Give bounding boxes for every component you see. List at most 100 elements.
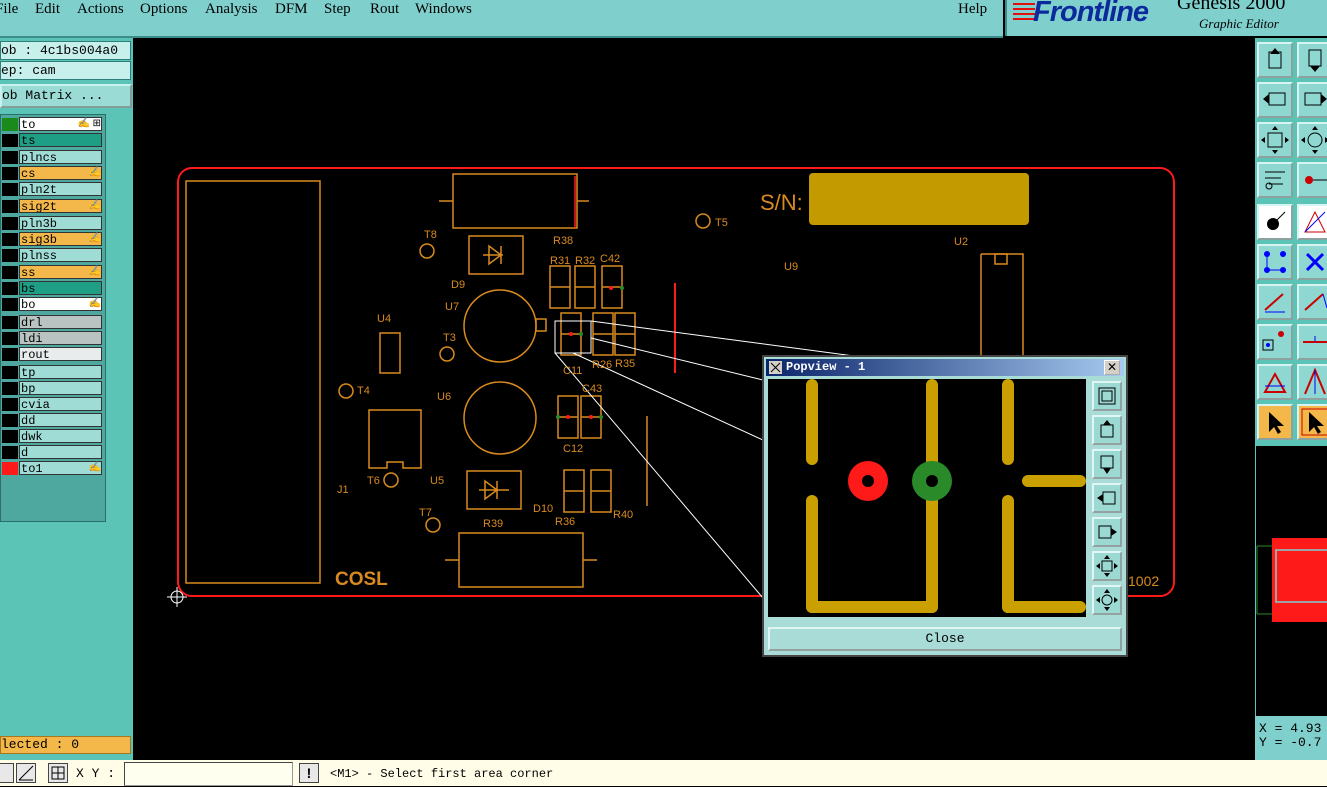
layer-name[interactable]: rout: [19, 347, 102, 361]
layer-swatch[interactable]: [2, 298, 18, 311]
snap-angle-icon[interactable]: [16, 763, 36, 783]
layer-row-plnss[interactable]: plnss: [1, 248, 105, 263]
layer-swatch[interactable]: [2, 266, 18, 279]
line-tool-icon[interactable]: [1297, 324, 1327, 360]
job-matrix-button[interactable]: ob Matrix ...: [0, 84, 132, 108]
layer-swatch[interactable]: [2, 430, 18, 443]
menu-edit[interactable]: Edit: [35, 1, 60, 18]
layer-row-pln3b[interactable]: pln3b: [1, 216, 105, 231]
close-button[interactable]: Close: [768, 627, 1122, 651]
close-icon[interactable]: ✕: [1104, 360, 1120, 375]
layer-name[interactable]: bp: [19, 381, 102, 395]
zoom-in-icon[interactable]: [1092, 551, 1122, 581]
layer-name[interactable]: pln3b: [19, 216, 102, 230]
menu-windows[interactable]: Windows: [415, 1, 472, 18]
layer-name[interactable]: ts: [19, 133, 102, 147]
measure-angle-icon[interactable]: [1297, 284, 1327, 320]
layer-swatch[interactable]: [2, 446, 18, 459]
layer-row-ss[interactable]: ss ✍: [1, 265, 105, 280]
layer-swatch[interactable]: [2, 249, 18, 262]
layer-swatch[interactable]: [2, 414, 18, 427]
layer-swatch[interactable]: [2, 332, 18, 345]
layer-row-dwk[interactable]: dwk: [1, 429, 105, 444]
pan-left-icon[interactable]: [1257, 82, 1293, 118]
layer-swatch[interactable]: [2, 118, 18, 131]
arrow-up-tool-icon[interactable]: [1297, 364, 1327, 400]
layer-row-pln2t[interactable]: pln2t: [1, 182, 105, 197]
cross-tool-icon[interactable]: [1297, 244, 1327, 280]
overview-minimap[interactable]: [1255, 446, 1327, 716]
layer-swatch[interactable]: [2, 462, 18, 475]
triangle-tool-icon[interactable]: [1257, 364, 1293, 400]
layer-name[interactable]: pln2t: [19, 182, 102, 196]
layer-name[interactable]: bs: [19, 281, 102, 295]
add-feature-icon[interactable]: [1257, 204, 1293, 240]
pan-left-icon[interactable]: [1092, 483, 1122, 513]
layer-row-cvia[interactable]: cvia: [1, 397, 105, 412]
layer-row-ts[interactable]: ts: [1, 133, 105, 148]
menu-step[interactable]: Step: [324, 1, 351, 18]
layer-swatch[interactable]: [2, 233, 18, 246]
menu-options[interactable]: Options: [140, 1, 188, 18]
pan-right-icon[interactable]: [1092, 517, 1122, 547]
layer-row-tp[interactable]: tp: [1, 365, 105, 380]
layer-name[interactable]: cvia: [19, 397, 102, 411]
zoom-fit-icon[interactable]: [1092, 381, 1122, 411]
layer-swatch[interactable]: [2, 167, 18, 180]
layer-name[interactable]: drl: [19, 315, 102, 329]
measure-line-icon[interactable]: [1257, 284, 1293, 320]
layer-swatch[interactable]: [2, 151, 18, 164]
menu-analysis[interactable]: Analysis: [205, 1, 258, 18]
layer-name[interactable]: tp: [19, 365, 102, 379]
menu-rout[interactable]: Rout: [370, 1, 399, 18]
pan-up-icon[interactable]: [1257, 42, 1293, 78]
mode-icon[interactable]: [0, 763, 14, 783]
layer-row-cs[interactable]: cs ✍: [1, 166, 105, 181]
layer-name[interactable]: dwk: [19, 429, 102, 443]
layer-swatch[interactable]: [2, 183, 18, 196]
layer-name[interactable]: d: [19, 445, 102, 459]
net-connect-icon[interactable]: [1257, 244, 1293, 280]
layer-row-dd[interactable]: dd: [1, 413, 105, 428]
layer-name[interactable]: ldi: [19, 331, 102, 345]
layer-row-ldi[interactable]: ldi: [1, 331, 105, 346]
pad-snap-icon[interactable]: [1257, 324, 1293, 360]
zoom-out-icon[interactable]: [1092, 585, 1122, 615]
edit-shape-icon[interactable]: [1297, 204, 1327, 240]
layer-name[interactable]: plncs: [19, 150, 102, 164]
pan-down-icon[interactable]: [1092, 449, 1122, 479]
layer-row-to1[interactable]: to1 ✍: [1, 461, 105, 476]
layer-name[interactable]: plnss: [19, 248, 102, 262]
layer-row-sig3b[interactable]: sig3b ✍: [1, 232, 105, 247]
snap-point-icon[interactable]: [1297, 162, 1327, 198]
grid-icon[interactable]: [48, 763, 68, 783]
layer-swatch[interactable]: [2, 366, 18, 379]
layer-swatch[interactable]: [2, 217, 18, 230]
layer-row-drl[interactable]: drl: [1, 315, 105, 330]
popview-titlebar[interactable]: Popview - 1 ✕: [766, 359, 1124, 376]
layer-row-to[interactable]: to ✍ ⊞: [1, 117, 105, 132]
layer-row-bs[interactable]: bs: [1, 281, 105, 296]
layer-swatch[interactable]: [2, 316, 18, 329]
xy-input[interactable]: [124, 762, 293, 786]
pan-right-icon[interactable]: [1297, 82, 1327, 118]
zoom-home-icon[interactable]: [1297, 122, 1327, 158]
menu-file[interactable]: File: [0, 1, 18, 18]
menu-actions[interactable]: Actions: [77, 1, 124, 18]
layer-swatch[interactable]: [2, 134, 18, 147]
settings-tool-icon[interactable]: [1257, 162, 1293, 198]
layer-swatch[interactable]: [2, 200, 18, 213]
pan-down-icon[interactable]: [1297, 42, 1327, 78]
layer-row-rout[interactable]: rout: [1, 347, 105, 362]
layer-row-d[interactable]: d: [1, 445, 105, 460]
layer-row-bp[interactable]: bp: [1, 381, 105, 396]
layer-row-bo[interactable]: bo ✍: [1, 297, 105, 312]
select-pointer-icon[interactable]: [1257, 404, 1293, 440]
layer-row-plncs[interactable]: plncs: [1, 150, 105, 165]
menu-dfm[interactable]: DFM: [275, 1, 308, 18]
menu-help[interactable]: Help: [958, 1, 987, 18]
alert-button[interactable]: !: [299, 763, 319, 783]
layer-swatch[interactable]: [2, 348, 18, 361]
layer-row-sig2t[interactable]: sig2t ✍: [1, 199, 105, 214]
zoom-fit-icon[interactable]: [1257, 122, 1293, 158]
